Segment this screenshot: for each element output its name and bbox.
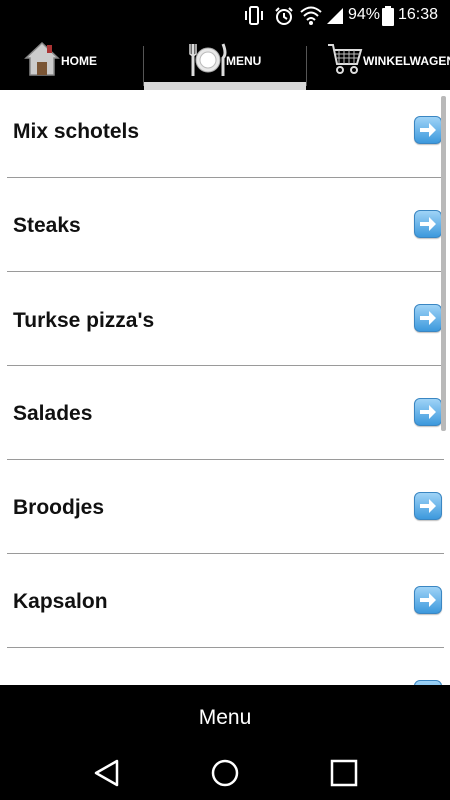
list-item-label: Kapsalon <box>13 590 108 613</box>
tab-home[interactable]: HOME <box>0 32 143 90</box>
arrow-right-icon[interactable] <box>414 116 442 144</box>
shopping-cart-icon <box>328 44 363 74</box>
bottom-title-bar: Menu <box>0 685 450 750</box>
arrow-right-icon[interactable] <box>414 492 442 520</box>
list-item-mix-schotels[interactable]: Mix schotels <box>0 90 450 184</box>
recents-icon[interactable] <box>330 758 358 788</box>
arrow-right-icon[interactable] <box>414 398 442 426</box>
list-item-steaks[interactable]: Steaks <box>0 178 450 272</box>
list-item-salades[interactable]: Salades <box>0 366 450 460</box>
list-scrollbar[interactable] <box>441 96 446 431</box>
bottom-title: Menu <box>198 706 252 729</box>
arrow-right-icon[interactable] <box>414 210 442 238</box>
list-item-label: Broodjes <box>13 496 105 519</box>
list-item-label: Salades <box>13 402 93 425</box>
wifi-icon <box>300 6 322 25</box>
house-icon <box>24 41 60 76</box>
arrow-right-icon[interactable] <box>414 304 442 332</box>
battery-percent: 94% <box>348 6 381 23</box>
tab-winkelwagen[interactable]: WINKELWAGEN <box>307 32 450 90</box>
vibrate-icon <box>245 6 263 25</box>
back-icon[interactable] <box>93 758 121 788</box>
list-item-label: Mix schotels <box>13 120 140 143</box>
system-navigation-bar <box>0 750 450 800</box>
status-time: 16:38 <box>398 6 439 23</box>
alarm-icon <box>275 7 293 25</box>
plate-cutlery-icon <box>189 43 227 76</box>
tab-home-label: HOME <box>61 54 97 68</box>
list-item-turkse-pizzas[interactable]: Turkse pizza's <box>0 272 450 366</box>
list-item-broodjes[interactable]: Broodjes <box>0 460 450 554</box>
arrow-right-icon[interactable] <box>414 586 442 614</box>
tab-winkelwagen-label: WINKELWAGEN <box>363 54 450 68</box>
active-tab-indicator <box>144 82 306 90</box>
list-item-kapsalon[interactable]: Kapsalon <box>0 554 450 648</box>
list-item-label: Steaks <box>13 214 81 237</box>
top-navigation: HOME MENU WINKELWAGEN <box>0 32 450 90</box>
menu-category-list[interactable]: Mix schotels Steaks Turkse pizza's Salad… <box>0 90 450 685</box>
battery-icon <box>382 6 394 26</box>
list-item-label: Turkse pizza's <box>13 309 155 332</box>
home-circle-icon[interactable] <box>210 758 240 788</box>
tab-menu-label: MENU <box>226 54 262 68</box>
list-item-partial[interactable] <box>0 648 450 685</box>
status-bar: 94% 16:38 <box>0 0 450 32</box>
signal-icon <box>327 8 343 24</box>
